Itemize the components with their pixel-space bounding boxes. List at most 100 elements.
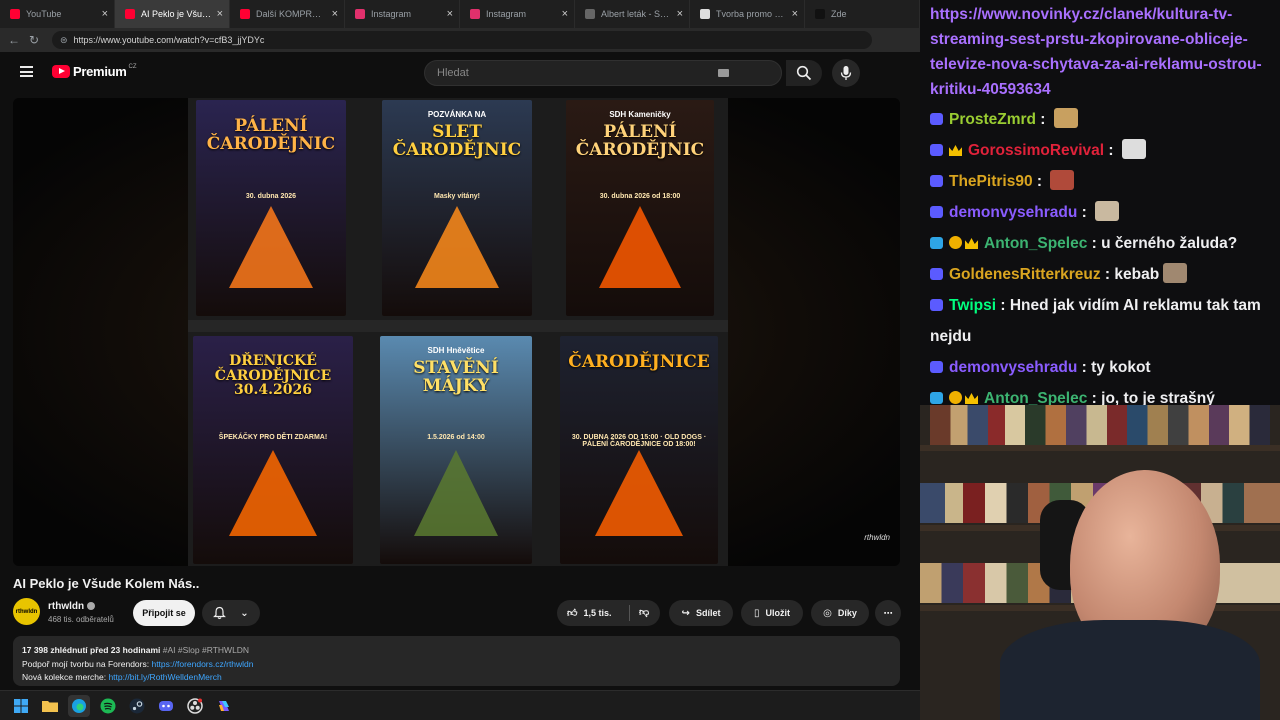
browser-tab[interactable]: Albert leták - Supermark × — [575, 0, 690, 28]
edge-browser-icon[interactable] — [68, 694, 90, 717]
chat-username[interactable]: demonvysehradu — [949, 204, 1077, 221]
chat-username[interactable]: Anton_Spelec — [984, 235, 1087, 252]
join-button[interactable]: Připojit se — [133, 600, 195, 626]
subscriber-badge-icon[interactable] — [930, 175, 943, 187]
tab-favicon-icon — [700, 9, 710, 19]
like-divider — [629, 605, 630, 621]
subscriber-badge-icon[interactable] — [930, 361, 943, 373]
search-input[interactable]: Hledat — [424, 60, 782, 86]
chat-message-list: ProsteZmrd : GorossimoRevival : ThePitri… — [930, 104, 1270, 405]
super-thanks-icon: ◎ — [823, 607, 832, 619]
subscriber-badge-icon[interactable] — [930, 392, 943, 404]
poster-kicker: POZVÁNKA NA — [427, 110, 487, 119]
thumbs-up-icon: 👍︎ — [567, 608, 578, 619]
back-icon[interactable]: ← — [4, 33, 24, 47]
windows-start-icon[interactable] — [10, 695, 32, 717]
tab-close-icon[interactable]: × — [447, 8, 453, 20]
event-poster: SDH Hněvětice STAVĚNÍ MÁJKY 1.5.2026 od 14… — [380, 336, 532, 564]
copilot-icon[interactable] — [213, 695, 235, 717]
subscriber-badge-icon[interactable] — [930, 299, 943, 311]
chat-text: ty kokot — [1091, 359, 1151, 376]
browser-tab[interactable]: Instagram × — [460, 0, 575, 28]
file-explorer-icon[interactable] — [39, 695, 61, 717]
tab-close-icon[interactable]: × — [102, 8, 108, 20]
search-button[interactable] — [786, 60, 822, 86]
chat-username[interactable]: GoldenesRitterkreuz — [949, 266, 1101, 283]
subscriber-badge-icon[interactable] — [930, 206, 943, 218]
obs-icon[interactable] — [184, 695, 206, 717]
browser-tab[interactable]: Instagram × — [345, 0, 460, 28]
tab-close-icon[interactable]: × — [677, 8, 683, 20]
tab-close-icon[interactable]: × — [217, 8, 223, 20]
reload-icon[interactable]: ↻ — [24, 33, 44, 47]
poster-title: ČARODĚJNICE — [568, 352, 710, 372]
tab-close-icon[interactable]: × — [792, 8, 798, 20]
windows-taskbar — [0, 690, 920, 720]
tab-close-icon[interactable]: × — [562, 8, 568, 20]
tab-label: Instagram — [371, 9, 412, 19]
bonfire-illustration — [595, 450, 683, 536]
gift-badge-icon[interactable] — [949, 391, 962, 404]
hashtags[interactable]: #AI #Slop #RTHWLDN — [163, 645, 249, 655]
menu-icon[interactable] — [20, 66, 33, 77]
chat-message: ProsteZmrd : — [930, 104, 1270, 135]
microphone-icon — [840, 66, 852, 80]
browser-tab[interactable]: Další KOMPROMITUJÍCÍ × — [230, 0, 345, 28]
site-info-icon[interactable]: ⊜ — [60, 35, 68, 46]
voice-search-button[interactable] — [832, 59, 860, 87]
save-button[interactable]: ▯ Uložit — [741, 600, 803, 626]
channel-avatar[interactable]: rthwldn — [13, 598, 40, 625]
bell-icon — [213, 606, 227, 620]
tab-close-icon[interactable]: × — [332, 8, 338, 20]
video-watermark: rthwldn — [864, 533, 890, 542]
thanks-button[interactable]: ◎ Díky — [811, 600, 869, 626]
subscriber-badge-icon[interactable] — [930, 237, 943, 249]
share-button[interactable]: ↪ Sdílet — [669, 600, 733, 626]
steam-icon[interactable] — [126, 695, 148, 717]
channel-name[interactable]: rthwldn — [48, 601, 96, 612]
youtube-logo[interactable]: Premium CZ — [52, 64, 137, 79]
video-description[interactable]: 17 398 zhlédnutí před 23 hodinami #AI #S… — [13, 636, 900, 686]
discord-icon[interactable] — [155, 695, 177, 717]
keyboard-icon[interactable] — [718, 69, 729, 77]
url-field[interactable]: ⊜ https://www.youtube.com/watch?v=cfB3_j… — [52, 31, 872, 49]
subscriber-badge-icon[interactable] — [930, 268, 943, 280]
browser-tab[interactable]: Zde — [805, 0, 920, 28]
like-button[interactable]: 👍︎ 1,5 tis. 👎︎ — [557, 600, 660, 626]
browser-tab[interactable]: YouTube × — [0, 0, 115, 28]
chat-username[interactable]: ThePitris90 — [949, 173, 1033, 190]
chat-username[interactable]: Anton_Spelec — [984, 390, 1087, 405]
subscriber-badge-icon[interactable] — [930, 113, 943, 125]
chat-username[interactable]: ProsteZmrd — [949, 111, 1036, 128]
subscriber-badge-icon[interactable] — [930, 144, 943, 156]
chat-link-message[interactable]: https://www.novinky.cz/clanek/kultura-tv… — [930, 2, 1270, 102]
thumbs-down-icon[interactable]: 👎︎ — [639, 606, 649, 618]
poster-details: 30. dubna 2026 od 18:00 — [599, 192, 681, 200]
forendors-link[interactable]: https://forendors.cz/rthwldn — [151, 659, 253, 669]
thanks-label: Díky — [837, 608, 857, 618]
browser-tab-strip: YouTube×AI Peklo je Všude Kolem×Další KO… — [0, 0, 920, 28]
merch-link[interactable]: http://bit.ly/RothWelldenMerch — [108, 672, 221, 682]
chat-username[interactable]: Twipsi — [949, 297, 996, 314]
notification-button[interactable]: ⌄ — [202, 600, 260, 626]
crown-badge-icon[interactable] — [965, 393, 978, 404]
crown-badge-icon[interactable] — [949, 145, 962, 156]
more-actions-button[interactable]: ⋯ — [875, 600, 901, 626]
poster-details: 30. DUBNA 2026 OD 15:00 · OLD DOGS · PÁL… — [571, 434, 707, 449]
chat-username[interactable]: demonvysehradu — [949, 359, 1077, 376]
channel-name-text: rthwldn — [48, 601, 85, 612]
gift-badge-icon[interactable] — [949, 236, 962, 249]
chat-separator: : — [1077, 204, 1092, 221]
tab-label: Instagram — [486, 9, 527, 19]
tab-favicon-icon — [585, 9, 595, 19]
video-player[interactable]: PÁLENÍ ČARODĚJNIC 30. dubna 2026 POZVÁNKA … — [13, 98, 900, 566]
tab-favicon-icon — [470, 9, 480, 19]
tab-favicon-icon — [355, 9, 365, 19]
browser-tab[interactable]: Tvorba promo obrázku × — [690, 0, 805, 28]
spotify-icon[interactable] — [97, 695, 119, 717]
poster-details: Masky vítány! — [434, 192, 480, 200]
chat-username[interactable]: GorossimoRevival — [968, 142, 1104, 159]
browser-tab[interactable]: AI Peklo je Všude Kolem × — [115, 0, 230, 28]
chat-emote-icon — [1095, 201, 1120, 221]
crown-badge-icon[interactable] — [965, 238, 978, 249]
